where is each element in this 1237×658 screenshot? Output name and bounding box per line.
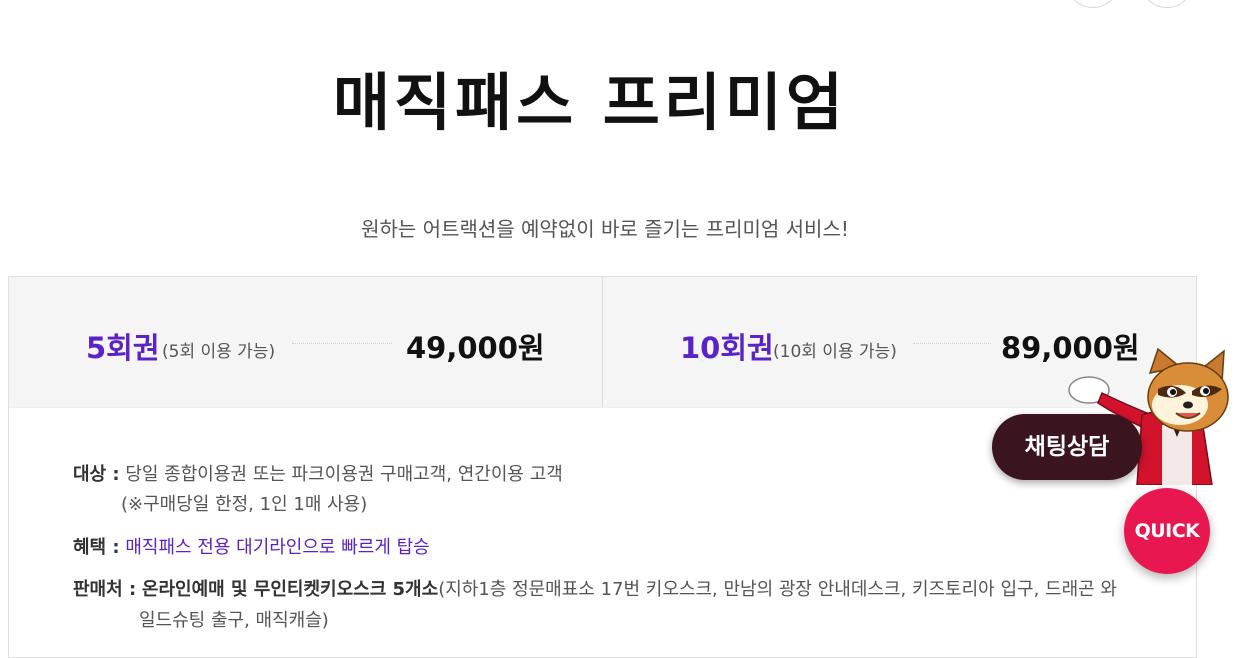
dotted-leader (913, 343, 991, 344)
info-target: 대상 : 당일 종합이용권 또는 파크이용권 구매고객, 연간이용 고객 (73, 460, 563, 486)
dotted-leader (292, 343, 392, 344)
ticket-name: 5회권 (86, 331, 160, 365)
ticket-name: 10회권 (680, 331, 774, 365)
ticket-note: (5회 이용 가능) (162, 342, 276, 362)
ticket-option-5: 5회권 (5회 이용 가능) 49,000원 (9, 277, 601, 407)
top-nav-circle-button-right[interactable] (1140, 0, 1194, 8)
info-label: 판매처 : (73, 579, 137, 600)
info-seller: 판매처 : 온라인예매 및 무인티켓키오스크 5개소(지하1층 정문매표소 17… (73, 575, 1117, 601)
top-nav-circle-button-left[interactable] (1066, 0, 1120, 8)
info-value: 매직패스 전용 대기라인으로 빠르게 탑승 (125, 537, 430, 558)
page-subtitle: 원하는 어트랙션을 예약없이 바로 즐기는 프리미엄 서비스! (361, 217, 849, 241)
info-target-note: (※구매당일 한정, 1인 1매 사용) (121, 494, 368, 515)
info-value-strong: 온라인예매 및 무인티켓키오스크 5개소 (141, 579, 439, 600)
ticket-note: (10회 이용 가능) (773, 342, 897, 362)
info-seller-cont: 일드슈팅 출구, 매직캐슬) (139, 610, 329, 631)
chat-consult-button[interactable]: 채팅상담 (992, 414, 1142, 480)
info-value: 당일 종합이용권 또는 파크이용권 구매고객, 연간이용 고객 (125, 464, 563, 485)
price-row: 5회권 (5회 이용 가능) 49,000원 10회권 (10회 이용 가능) … (9, 277, 1196, 408)
info-label: 혜택 : (73, 537, 120, 558)
info-label: 대상 : (73, 464, 120, 485)
page-title: 매직패스 프리미엄 (333, 66, 847, 139)
info-value: (지하1층 정문매표소 17번 키오스크, 만남의 광장 안내데스크, 키즈토리… (438, 579, 1117, 600)
quick-menu-button[interactable]: QUICK (1124, 488, 1210, 574)
ticket-price: 49,000원 (406, 331, 545, 365)
info-benefit: 혜택 : 매직패스 전용 대기라인으로 빠르게 탑승 (73, 533, 430, 559)
